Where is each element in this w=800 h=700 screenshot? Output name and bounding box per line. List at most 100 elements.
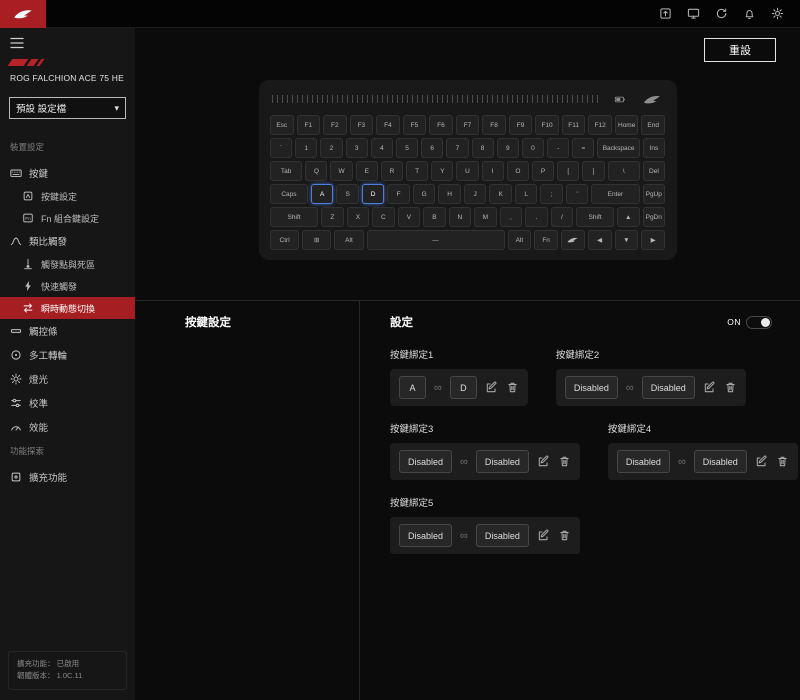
key-grave[interactable]: ` [270, 138, 292, 158]
key-d[interactable]: D [362, 184, 385, 204]
key-a[interactable]: A [311, 184, 334, 204]
key-3[interactable]: 3 [346, 138, 368, 158]
key-ins[interactable]: Ins [643, 138, 665, 158]
key-lshift[interactable]: Shift [270, 207, 318, 227]
edit-icon[interactable] [537, 455, 550, 468]
key-f6[interactable]: F6 [429, 115, 453, 135]
key-1[interactable]: 1 [295, 138, 317, 158]
sync-icon[interactable] [715, 7, 728, 20]
key-8[interactable]: 8 [472, 138, 494, 158]
key-f11[interactable]: F11 [562, 115, 586, 135]
binding-key-primary[interactable]: Disabled [565, 376, 618, 399]
rog-logo-tab[interactable] [0, 0, 46, 28]
key-f5[interactable]: F5 [403, 115, 427, 135]
key-backspace[interactable]: Backspace [597, 138, 639, 158]
key-equals[interactable]: = [572, 138, 594, 158]
key-home[interactable]: Home [615, 115, 639, 135]
edit-icon[interactable] [703, 381, 716, 394]
trash-icon[interactable] [776, 455, 789, 468]
key-h[interactable]: H [438, 184, 461, 204]
key-win[interactable]: ⊞ [302, 230, 331, 250]
key-comma[interactable]: , [500, 207, 523, 227]
display-icon[interactable] [687, 7, 700, 20]
sidebar-item-keys[interactable]: 按鍵 [0, 161, 135, 185]
bindings-enable-toggle[interactable]: ON [727, 316, 772, 329]
key-r[interactable]: R [381, 161, 403, 181]
key-backslash[interactable]: \ [608, 161, 640, 181]
key-w[interactable]: W [330, 161, 352, 181]
key-f1[interactable]: F1 [297, 115, 321, 135]
key-del[interactable]: Del [643, 161, 665, 181]
key-pgup[interactable]: PgUp [643, 184, 666, 204]
sidebar-item-lighting[interactable]: 燈光 [0, 367, 135, 391]
edit-icon[interactable] [485, 381, 498, 394]
key-quote[interactable]: ' [566, 184, 589, 204]
key-0[interactable]: 0 [522, 138, 544, 158]
trash-icon[interactable] [558, 455, 571, 468]
key-pgdn[interactable]: PgDn [643, 207, 666, 227]
key-f3[interactable]: F3 [350, 115, 374, 135]
key-rbracket[interactable]: ] [582, 161, 604, 181]
key-space[interactable]: — [367, 230, 505, 250]
key-k[interactable]: K [489, 184, 512, 204]
key-6[interactable]: 6 [421, 138, 443, 158]
key-slash[interactable]: / [551, 207, 574, 227]
key-arrow-right[interactable]: ▶ [641, 230, 665, 250]
trash-icon[interactable] [506, 381, 519, 394]
key-s[interactable]: S [336, 184, 359, 204]
edit-icon[interactable] [755, 455, 768, 468]
key-v[interactable]: V [398, 207, 421, 227]
key-l[interactable]: L [515, 184, 538, 204]
key-tab[interactable]: Tab [270, 161, 302, 181]
key-5[interactable]: 5 [396, 138, 418, 158]
key-b[interactable]: B [423, 207, 446, 227]
key-c[interactable]: C [372, 207, 395, 227]
key-o[interactable]: O [507, 161, 529, 181]
key-j[interactable]: J [464, 184, 487, 204]
trash-icon[interactable] [558, 529, 571, 542]
key-arrow-down[interactable]: ▼ [615, 230, 639, 250]
key-f7[interactable]: F7 [456, 115, 480, 135]
key-ctrl[interactable]: Ctrl [270, 230, 299, 250]
key-y[interactable]: Y [431, 161, 453, 181]
key-minus[interactable]: - [547, 138, 569, 158]
key-7[interactable]: 7 [446, 138, 468, 158]
key-caps[interactable]: Caps [270, 184, 308, 204]
key-i[interactable]: I [482, 161, 504, 181]
window-icon[interactable] [659, 7, 672, 20]
key-end[interactable]: End [641, 115, 665, 135]
key-esc[interactable]: Esc [270, 115, 294, 135]
key-arrow-left[interactable]: ◀ [588, 230, 612, 250]
key-semicolon[interactable]: ; [540, 184, 563, 204]
sidebar-item-trigger-deadzone[interactable]: 觸發點與死區 [0, 253, 135, 275]
key-u[interactable]: U [456, 161, 478, 181]
key-ralt[interactable]: Alt [508, 230, 532, 250]
edit-icon[interactable] [537, 529, 550, 542]
key-m[interactable]: M [474, 207, 497, 227]
sidebar-item-calibration[interactable]: 校準 [0, 391, 135, 415]
sidebar-item-rapid-trigger[interactable]: 快速觸發 [0, 275, 135, 297]
key-period[interactable]: . [525, 207, 548, 227]
reset-button[interactable]: 重設 [704, 38, 776, 62]
key-rog[interactable] [561, 230, 585, 250]
sidebar-item-fn-combo[interactable]: FnFn 組合鍵設定 [0, 207, 135, 229]
binding-key-secondary[interactable]: D [450, 376, 477, 399]
menu-icon[interactable] [10, 37, 24, 49]
key-g[interactable]: G [413, 184, 436, 204]
key-z[interactable]: Z [321, 207, 344, 227]
binding-key-secondary[interactable]: Disabled [476, 524, 529, 547]
binding-key-primary[interactable]: A [399, 376, 426, 399]
sidebar-item-touchbar[interactable]: 觸控條 [0, 319, 135, 343]
key-f10[interactable]: F10 [535, 115, 559, 135]
key-f2[interactable]: F2 [323, 115, 347, 135]
sidebar-item-key-settings[interactable]: 按鍵設定 [0, 185, 135, 207]
key-x[interactable]: X [347, 207, 370, 227]
key-fn[interactable]: Fn [534, 230, 558, 250]
gear-icon[interactable] [771, 7, 784, 20]
key-2[interactable]: 2 [320, 138, 342, 158]
key-t[interactable]: T [406, 161, 428, 181]
key-lbracket[interactable]: [ [557, 161, 579, 181]
binding-key-primary[interactable]: Disabled [399, 450, 452, 473]
key-enter[interactable]: Enter [591, 184, 639, 204]
key-arrow-up[interactable]: ▲ [617, 207, 640, 227]
